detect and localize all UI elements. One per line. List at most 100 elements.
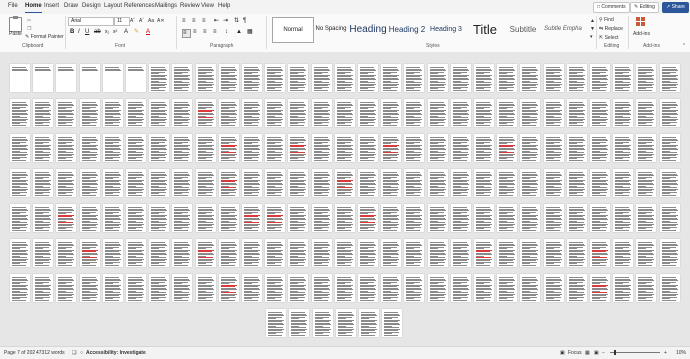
- document-page-thumbnail[interactable]: [427, 64, 448, 92]
- document-page-thumbnail[interactable]: [172, 169, 193, 197]
- zoom-slider[interactable]: [610, 352, 660, 353]
- document-page-thumbnail[interactable]: [381, 134, 402, 162]
- document-page-thumbnail[interactable]: [242, 274, 262, 302]
- document-page-thumbnail[interactable]: [126, 274, 146, 302]
- document-page-thumbnail[interactable]: [590, 134, 610, 162]
- document-page-thumbnail[interactable]: [311, 99, 332, 127]
- document-page-thumbnail[interactable]: [102, 64, 123, 92]
- document-page-thumbnail[interactable]: [102, 169, 123, 197]
- document-page-thumbnail[interactable]: [288, 169, 309, 197]
- document-page-thumbnail[interactable]: [381, 99, 402, 127]
- document-page-thumbnail[interactable]: [102, 204, 123, 232]
- document-page-thumbnail[interactable]: [497, 239, 518, 267]
- document-page-thumbnail[interactable]: [218, 99, 239, 127]
- document-page-thumbnail[interactable]: [311, 169, 332, 197]
- document-page-thumbnail[interactable]: [56, 99, 77, 127]
- accessibility-icon[interactable]: ○: [80, 347, 83, 359]
- document-page-thumbnail[interactable]: [659, 64, 680, 92]
- document-page-thumbnail[interactable]: [126, 64, 146, 92]
- document-page-thumbnail[interactable]: [195, 99, 216, 127]
- tab-design[interactable]: Design: [82, 2, 101, 11]
- document-page-thumbnail[interactable]: [381, 169, 402, 197]
- multilevel-list-icon[interactable]: ≡: [202, 18, 206, 25]
- strikethrough-button[interactable]: ab: [94, 29, 101, 36]
- paragraph-marks-icon[interactable]: ¶: [243, 18, 246, 25]
- document-page-thumbnail[interactable]: [102, 274, 123, 302]
- document-page-thumbnail[interactable]: [79, 169, 100, 197]
- document-page-thumbnail[interactable]: [172, 99, 193, 127]
- accessibility-status[interactable]: Accessibility: Investigate: [86, 347, 146, 359]
- document-page-thumbnail[interactable]: [288, 64, 309, 92]
- document-page-thumbnail[interactable]: [288, 274, 309, 302]
- document-page-thumbnail[interactable]: [242, 99, 262, 127]
- document-page-thumbnail[interactable]: [102, 134, 123, 162]
- document-page-thumbnail[interactable]: [149, 239, 170, 267]
- document-page-thumbnail[interactable]: [311, 274, 332, 302]
- document-page-thumbnail[interactable]: [497, 169, 518, 197]
- tab-help[interactable]: Help: [218, 2, 230, 11]
- focus-button[interactable]: Focus: [568, 347, 582, 359]
- document-page-thumbnail[interactable]: [10, 239, 30, 267]
- document-page-thumbnail[interactable]: [543, 204, 564, 232]
- tab-insert[interactable]: Insert: [44, 2, 59, 11]
- document-page-thumbnail[interactable]: [126, 204, 146, 232]
- zoom-out-icon[interactable]: −: [602, 347, 605, 359]
- document-page-thumbnail[interactable]: [659, 274, 680, 302]
- document-page-thumbnail[interactable]: [288, 239, 309, 267]
- document-page-thumbnail[interactable]: [566, 134, 587, 162]
- document-page-thumbnail[interactable]: [404, 64, 425, 92]
- document-page-thumbnail[interactable]: [126, 134, 146, 162]
- document-page-thumbnail[interactable]: [566, 204, 587, 232]
- font-color-icon[interactable]: A: [146, 29, 150, 36]
- document-page-thumbnail[interactable]: [102, 99, 123, 127]
- document-page-thumbnail[interactable]: [334, 99, 355, 127]
- document-page-thumbnail[interactable]: [33, 99, 54, 127]
- document-page-thumbnail[interactable]: [450, 169, 471, 197]
- italic-button[interactable]: I: [78, 29, 80, 36]
- document-page-thumbnail[interactable]: [79, 134, 100, 162]
- document-page-thumbnail[interactable]: [381, 64, 402, 92]
- document-page-thumbnail[interactable]: [613, 134, 634, 162]
- document-page-thumbnail[interactable]: [33, 204, 54, 232]
- document-page-thumbnail[interactable]: [636, 169, 657, 197]
- document-page-thumbnail[interactable]: [195, 274, 216, 302]
- document-page-thumbnail[interactable]: [520, 64, 541, 92]
- document-page-thumbnail[interactable]: [56, 134, 77, 162]
- document-page-thumbnail[interactable]: [172, 64, 193, 92]
- document-page-thumbnail[interactable]: [636, 64, 657, 92]
- document-page-thumbnail[interactable]: [474, 99, 494, 127]
- document-page-thumbnail[interactable]: [149, 99, 170, 127]
- document-page-thumbnail[interactable]: [311, 239, 332, 267]
- document-page-thumbnail[interactable]: [358, 99, 378, 127]
- style-heading-3[interactable]: Heading 3: [428, 17, 464, 41]
- document-page-thumbnail[interactable]: [218, 204, 239, 232]
- document-page-thumbnail[interactable]: [33, 64, 54, 92]
- justify-icon[interactable]: ≡: [213, 29, 217, 36]
- document-page-thumbnail[interactable]: [590, 204, 610, 232]
- more-styles-icon[interactable]: ▾: [590, 34, 593, 40]
- document-page-thumbnail[interactable]: [33, 169, 54, 197]
- document-page-thumbnail[interactable]: [56, 169, 77, 197]
- document-page-thumbnail[interactable]: [543, 274, 564, 302]
- document-page-thumbnail[interactable]: [566, 239, 587, 267]
- document-page-thumbnail[interactable]: [102, 239, 123, 267]
- document-page-thumbnail[interactable]: [474, 239, 494, 267]
- document-page-thumbnail[interactable]: [312, 309, 333, 337]
- document-page-thumbnail[interactable]: [195, 239, 216, 267]
- document-page-thumbnail[interactable]: [172, 204, 193, 232]
- document-page-thumbnail[interactable]: [79, 274, 100, 302]
- document-page-thumbnail[interactable]: [195, 134, 216, 162]
- style-normal[interactable]: Normal: [272, 17, 314, 43]
- style-no-spacing[interactable]: No Spacing: [314, 17, 348, 41]
- document-page-thumbnail[interactable]: [334, 169, 355, 197]
- document-page-thumbnail[interactable]: [613, 239, 634, 267]
- document-page-thumbnail[interactable]: [334, 204, 355, 232]
- document-page-thumbnail[interactable]: [404, 169, 425, 197]
- tab-home[interactable]: Home: [25, 2, 42, 13]
- document-page-thumbnail[interactable]: [265, 134, 286, 162]
- document-page-thumbnail[interactable]: [474, 169, 494, 197]
- document-page-thumbnail[interactable]: [613, 169, 634, 197]
- document-page-thumbnail[interactable]: [311, 64, 332, 92]
- document-page-thumbnail[interactable]: [79, 99, 100, 127]
- document-page-thumbnail[interactable]: [497, 274, 518, 302]
